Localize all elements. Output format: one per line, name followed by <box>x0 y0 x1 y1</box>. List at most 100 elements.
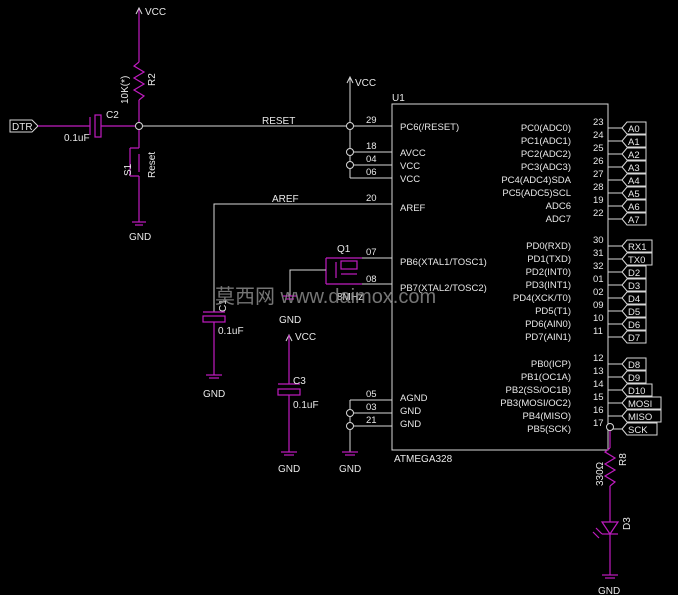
schematic-canvas: U1 ATMEGA328 29 PC6(/RESET) 18 AVCC 04 V… <box>0 0 678 595</box>
pin-number: 27 <box>593 169 604 180</box>
vcc-label: VCC <box>355 78 376 89</box>
pin-number: 11 <box>593 326 603 337</box>
net-label: D4 <box>628 294 640 305</box>
net-label: A3 <box>628 163 640 174</box>
net-label: A1 <box>628 137 640 148</box>
pin-name: PC1(ADC1) <box>521 136 571 147</box>
c-aref-value: 0.1uF <box>218 326 244 337</box>
pin-number: 22 <box>593 208 604 219</box>
pin-number: 04 <box>366 154 377 165</box>
c2-ref: C2 <box>106 110 119 121</box>
net-label: A6 <box>628 202 640 213</box>
pin-number: 15 <box>593 392 604 403</box>
pin-number: 30 <box>593 235 604 246</box>
pin-name: PD7(AIN1) <box>525 332 571 343</box>
pin-name: PC6(/RESET) <box>400 122 459 133</box>
pin-name: VCC <box>400 161 420 172</box>
pin-number: 24 <box>593 130 604 141</box>
pin-number: 09 <box>593 300 604 311</box>
pin-number: 10 <box>593 313 604 324</box>
vcc-label: VCC <box>295 332 316 343</box>
net-label: D5 <box>628 307 640 318</box>
schematic-drawing: U1 ATMEGA328 29 PC6(/RESET) 18 AVCC 04 V… <box>9 6 662 595</box>
pin-name: PC5(ADC5)SCL <box>502 188 571 199</box>
gnd-label: GND <box>203 389 225 400</box>
pin-number: 17 <box>593 418 604 429</box>
net-label: A0 <box>628 124 640 135</box>
pin-name: PD0(RXD) <box>526 241 571 252</box>
u1-pin-right: 23 PC0(ADC0) A0 <box>521 117 647 135</box>
pin-number: 26 <box>593 156 604 167</box>
pin-number: 01 <box>593 274 604 285</box>
gnd-label: GND <box>598 586 620 595</box>
net-label: A2 <box>628 150 640 161</box>
pin-number: 18 <box>366 141 377 152</box>
pin-number: 05 <box>366 389 377 400</box>
pin-number: 32 <box>593 261 604 272</box>
pin-name: PB5(SCK) <box>527 424 571 435</box>
pin-name: AGND <box>400 393 428 404</box>
q1-ref: Q1 <box>337 244 351 255</box>
pin-number: 13 <box>593 366 604 377</box>
dtr-label: DTR <box>12 122 33 133</box>
pin-number: 31 <box>593 248 604 259</box>
net-label: D10 <box>628 386 645 397</box>
aref-net-label: AREF <box>272 194 299 205</box>
pin-number: 20 <box>366 193 377 204</box>
gnd-label: GND <box>278 464 300 475</box>
r8-ref: R8 <box>618 453 629 466</box>
net-label: RX1 <box>628 242 646 253</box>
pin-name: PD2(INT0) <box>526 267 571 278</box>
watermark: 莫西网 www.daimox.com <box>215 285 436 308</box>
pin-name: PD5(T1) <box>535 306 571 317</box>
dtr-port: DTR <box>9 119 90 133</box>
pin-name: ADC7 <box>546 214 571 225</box>
d3-ref: D3 <box>622 517 633 530</box>
led-branch: 330Ω R8 D3 GND <box>592 423 633 595</box>
pin-number: 14 <box>593 379 604 390</box>
pin-number: 12 <box>593 353 604 364</box>
pin-number: 03 <box>366 402 377 413</box>
pin-name: PD6(AIN0) <box>525 319 571 330</box>
pin-name: GND <box>400 419 421 430</box>
pin-name: PD3(INT1) <box>526 280 571 291</box>
r8-value: 330Ω <box>595 461 606 486</box>
crystal-q1: Q1 GND 8MHz <box>279 244 363 326</box>
pin-number: 21 <box>366 415 377 426</box>
pin-number: 06 <box>366 167 377 178</box>
u1-right-pins: 23 PC0(ADC0) A0 24 PC1(ADC1) A1 25 PC2(ADC2) A2 2… <box>500 117 662 436</box>
u1-pin-right: 12 PB0(ICP) D8 <box>531 353 647 371</box>
u1-pin-right: 30 PD0(RXD) RX1 <box>526 235 653 253</box>
gnd-symbol: GND <box>129 221 151 243</box>
gnd-label: GND <box>279 315 301 326</box>
vcc-symbol: VCC <box>135 6 166 62</box>
pin-name: PC3(ADC3) <box>521 162 571 173</box>
u1-pin-left: 07 PB6(XTAL1/TOSC1) <box>362 247 487 268</box>
reset-junction <box>135 122 143 130</box>
pin-name: PB0(ICP) <box>531 359 571 370</box>
net-label: D9 <box>628 373 640 384</box>
pin-number: 29 <box>366 115 377 126</box>
net-label: MISO <box>628 412 652 423</box>
r2-value: 10K(*) <box>120 76 131 104</box>
s1-value: Reset <box>147 152 158 178</box>
net-label: D8 <box>628 360 640 371</box>
net-label: D6 <box>628 320 640 331</box>
u1-pin-left: 29 PC6(/RESET) <box>354 115 459 133</box>
vcc-label: VCC <box>145 7 166 18</box>
net-label: A7 <box>628 215 640 226</box>
pin-name: AREF <box>400 203 426 214</box>
u1-pin-left: 05 AGND <box>350 389 428 404</box>
u1-ground-net: GND <box>339 400 361 475</box>
pin-name: PC0(ADC0) <box>521 123 571 134</box>
pin-name: AVCC <box>400 148 426 159</box>
pin-name: PD1(TXD) <box>527 254 571 265</box>
pin-name: VCC <box>400 174 420 185</box>
pin-number: 25 <box>593 143 604 154</box>
u1-part-name: ATMEGA328 <box>394 454 453 465</box>
pin-number: 28 <box>593 182 604 193</box>
pin-name: ADC6 <box>546 201 571 212</box>
pin-name: PC4(ADC4)SDA <box>501 175 571 186</box>
gnd-label: GND <box>129 232 151 243</box>
capacitor-c2: C2 0.1uF <box>64 110 135 144</box>
